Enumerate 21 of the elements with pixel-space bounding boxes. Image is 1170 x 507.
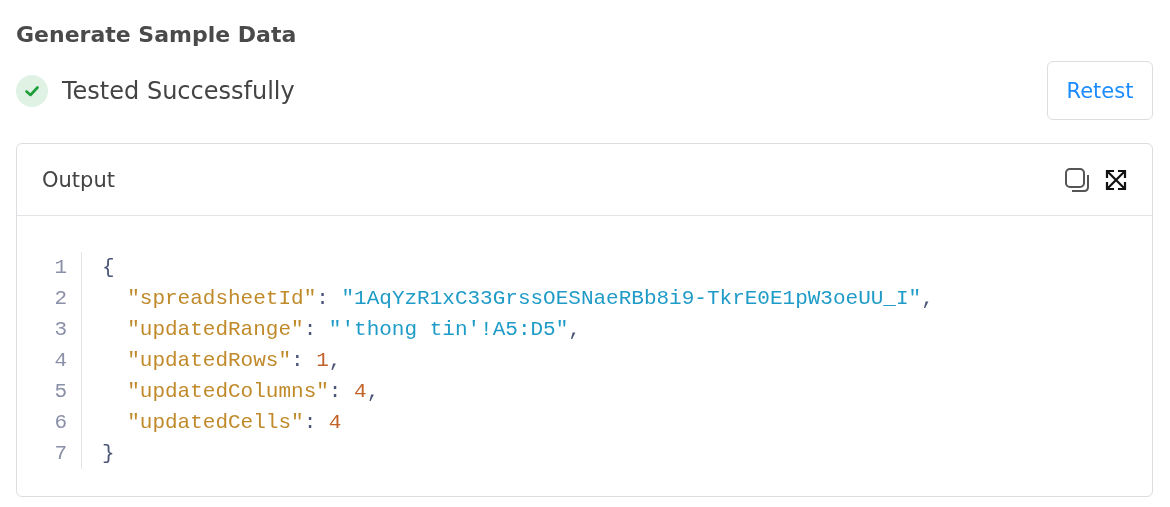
line-number: 6 <box>54 410 67 436</box>
panel-title: Output <box>42 167 115 192</box>
check-icon <box>16 74 48 107</box>
code-line: } <box>102 441 116 467</box>
copy-icon[interactable] <box>1064 166 1090 193</box>
line-number: 5 <box>54 379 67 405</box>
line-number: 4 <box>54 348 67 374</box>
code-line: "updatedRange": "'thong tin'!A5:D5", <box>126 317 582 343</box>
code-line: "spreadsheetId": "1AqYzR1xC33GrssOESNaeRBb8i9-TkrE0E1pW3oeUU_I", <box>126 286 934 312</box>
line-number: 2 <box>54 286 67 312</box>
retest-button[interactable]: Retest <box>1047 61 1153 120</box>
line-number: 3 <box>54 317 67 343</box>
line-number: 1 <box>54 255 67 281</box>
page-title: Generate Sample Data <box>16 21 298 49</box>
status-label: Tested Successfully <box>62 76 295 105</box>
line-number: 7 <box>54 441 67 467</box>
code-line: "updatedRows": 1, <box>126 348 343 374</box>
expand-icon[interactable] <box>1104 167 1128 192</box>
code-line: { <box>102 255 116 281</box>
code-line: "updatedCells": 4 <box>126 410 343 436</box>
code-line: "updatedColumns": 4, <box>126 379 381 405</box>
